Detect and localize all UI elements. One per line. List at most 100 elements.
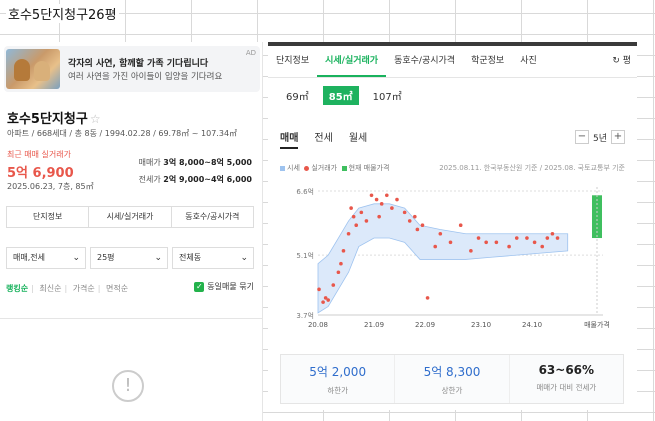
jeonse-range-value: 2억 9,000~4억 6,000 — [163, 175, 252, 184]
tab-unit-price[interactable]: 동호수/공시가격 — [386, 52, 463, 77]
star-icon[interactable]: ☆ — [90, 112, 101, 126]
group-listings-label: 동일매물 묶기 — [207, 282, 254, 291]
trade-point — [420, 223, 425, 228]
summary-upper: 5억 8,300 상한가 — [395, 355, 510, 403]
x-tick-label: 22.09 — [415, 321, 435, 329]
ad-banner[interactable]: 각자의 사연, 함께할 가족 기다립니다 여러 사연을 가진 아이들이 입양을 … — [4, 46, 260, 92]
trade-point — [469, 249, 473, 253]
ad-title: 각자의 사연, 함께할 가족 기다립니다 — [68, 59, 209, 69]
ad-image — [6, 49, 60, 89]
y-tick-label: 5.1억 — [296, 252, 314, 260]
trade-point — [374, 197, 379, 202]
ad-badge: AD — [245, 49, 256, 57]
trade-point — [514, 236, 519, 240]
filter-row: 매매,전세 ⌄ 25평 ⌄ 전체동 ⌄ — [6, 247, 254, 269]
trade-point — [390, 206, 394, 210]
trade-point — [364, 219, 369, 223]
trade-point — [321, 300, 325, 304]
tab-price-history[interactable]: 시세/실거래가 — [317, 52, 387, 77]
y-tick-label: 6.6억 — [296, 188, 314, 196]
legend-swatch-market — [280, 165, 285, 171]
x-tick-label: 24.10 — [522, 321, 542, 329]
tab-complex-info[interactable]: 단지정보 — [268, 52, 317, 77]
trade-point — [354, 223, 359, 228]
trade-point — [476, 236, 481, 240]
chart-legend: 시세 실거래가 현재 매물가격 — [280, 163, 389, 173]
price-history-button[interactable]: 시세/실거래가 — [89, 207, 172, 227]
trade-point — [379, 202, 384, 206]
legend-market: 시세 — [287, 164, 300, 172]
photo-strip — [268, 42, 637, 46]
chevron-down-icon: ⌄ — [72, 253, 80, 263]
trade-point — [359, 210, 364, 215]
dong-select[interactable]: 전체동 ⌄ — [172, 247, 254, 269]
trade-point — [395, 197, 399, 202]
checkmark-icon: ✓ — [194, 281, 205, 292]
trade-point — [402, 210, 407, 215]
trade-point — [384, 193, 389, 198]
y-tick-label: 3.7억 — [296, 312, 314, 320]
sort-latest[interactable]: 최신순 — [39, 284, 61, 293]
ad-subtitle: 여러 사연을 가진 아이들이 입양을 기다려요 — [68, 72, 223, 82]
tab-sale[interactable]: 매매 — [280, 129, 299, 149]
tab-photos[interactable]: 사진 — [512, 52, 545, 77]
recent-trade-price: 5억 6,900 — [7, 166, 74, 181]
complex-info-button[interactable]: 단지정보 — [7, 207, 90, 227]
legend-swatch-trade — [304, 165, 310, 171]
trade-point — [351, 214, 356, 219]
unit-price-button[interactable]: 동호수/공시가격 — [172, 207, 253, 227]
trade-point — [540, 244, 545, 249]
trade-point — [545, 236, 550, 240]
sort-price[interactable]: 가격순 — [73, 284, 95, 293]
summary-ratio-label: 매매가 대비 전세가 — [536, 383, 597, 392]
price-summary: 5억 2,000 하한가 5억 8,300 상한가 63~66% 매매가 대비 … — [280, 354, 624, 404]
sheet-title: 호수5단지청구26평 — [6, 4, 119, 23]
tab-school[interactable]: 학군정보 — [463, 52, 512, 77]
listing-panel: 각자의 사연, 함께할 가족 기다립니다 여러 사연을 가진 아이들이 입양을 … — [0, 42, 263, 421]
sale-range: 매매가 3억 8,000~8억 5,000 — [139, 157, 252, 168]
trade-point — [484, 240, 488, 245]
size-69[interactable]: 69㎡ — [280, 86, 315, 105]
size-value: 25평 — [97, 253, 115, 262]
size-107[interactable]: 107㎡ — [367, 86, 408, 105]
sort-area[interactable]: 면적순 — [106, 284, 128, 293]
tab-monthly[interactable]: 월세 — [349, 129, 367, 149]
sort-row: 랭킹순 | 최신순 | 가격순 | 면적순 ✓ 동일매물 묶기 — [6, 281, 254, 293]
trade-point — [331, 283, 336, 287]
trade-type-select[interactable]: 매매,전세 ⌄ — [6, 247, 86, 269]
trade-point — [555, 236, 560, 240]
apartment-name: 호수5단지청구 ☆ — [7, 108, 101, 127]
trade-point — [550, 231, 555, 236]
size-85[interactable]: 85㎡ — [322, 86, 359, 105]
period-plus-button[interactable]: + — [611, 130, 625, 144]
jeonse-range-label: 전세가 — [138, 175, 161, 184]
group-listings-checkbox[interactable]: ✓ 동일매물 묶기 — [194, 281, 254, 292]
unit-toggle-button[interactable]: ↻ 평 — [612, 52, 631, 70]
detail-panel: 단지정보 시세/실거래가 동호수/공시가격 학군정보 사진 ↻ 평 69㎡ 85… — [268, 42, 637, 410]
period-minus-button[interactable]: − — [574, 130, 589, 144]
sort-ranking[interactable]: 랭킹순 — [6, 284, 28, 293]
legend-swatch-listing — [341, 165, 347, 171]
summary-upper-label: 상한가 — [441, 386, 463, 395]
summary-lower-label: 하한가 — [327, 386, 349, 395]
recent-trade-label: 최근 매매 실거래가 — [7, 150, 71, 159]
trade-point — [525, 236, 529, 240]
size-select[interactable]: 25평 ⌄ — [90, 247, 168, 269]
exclamation-icon: ! — [112, 370, 144, 402]
x-tick-label: 23.10 — [471, 321, 491, 329]
tab-jeonse[interactable]: 전세 — [314, 129, 332, 149]
divider — [0, 318, 263, 319]
trade-point — [507, 244, 511, 249]
summary-lower-value: 5억 2,000 — [309, 365, 367, 379]
chevron-down-icon: ⌄ — [154, 253, 162, 263]
trade-point — [339, 261, 343, 266]
chevron-down-icon: ⌄ — [240, 253, 248, 263]
market-price-band — [317, 203, 569, 314]
trade-point — [341, 249, 346, 253]
trade-point — [413, 214, 417, 219]
detail-tabs: 단지정보 시세/실거래가 동호수/공시가격 학군정보 사진 ↻ 평 — [268, 52, 637, 78]
trade-point — [458, 223, 463, 228]
x-tick-label: 매물가격 — [584, 320, 610, 329]
trade-point — [336, 270, 341, 275]
price-chart[interactable]: 6.6억 5.1억 3.7억20.08 21.09 22.09 23.10 24.10 매물가… — [268, 177, 637, 337]
